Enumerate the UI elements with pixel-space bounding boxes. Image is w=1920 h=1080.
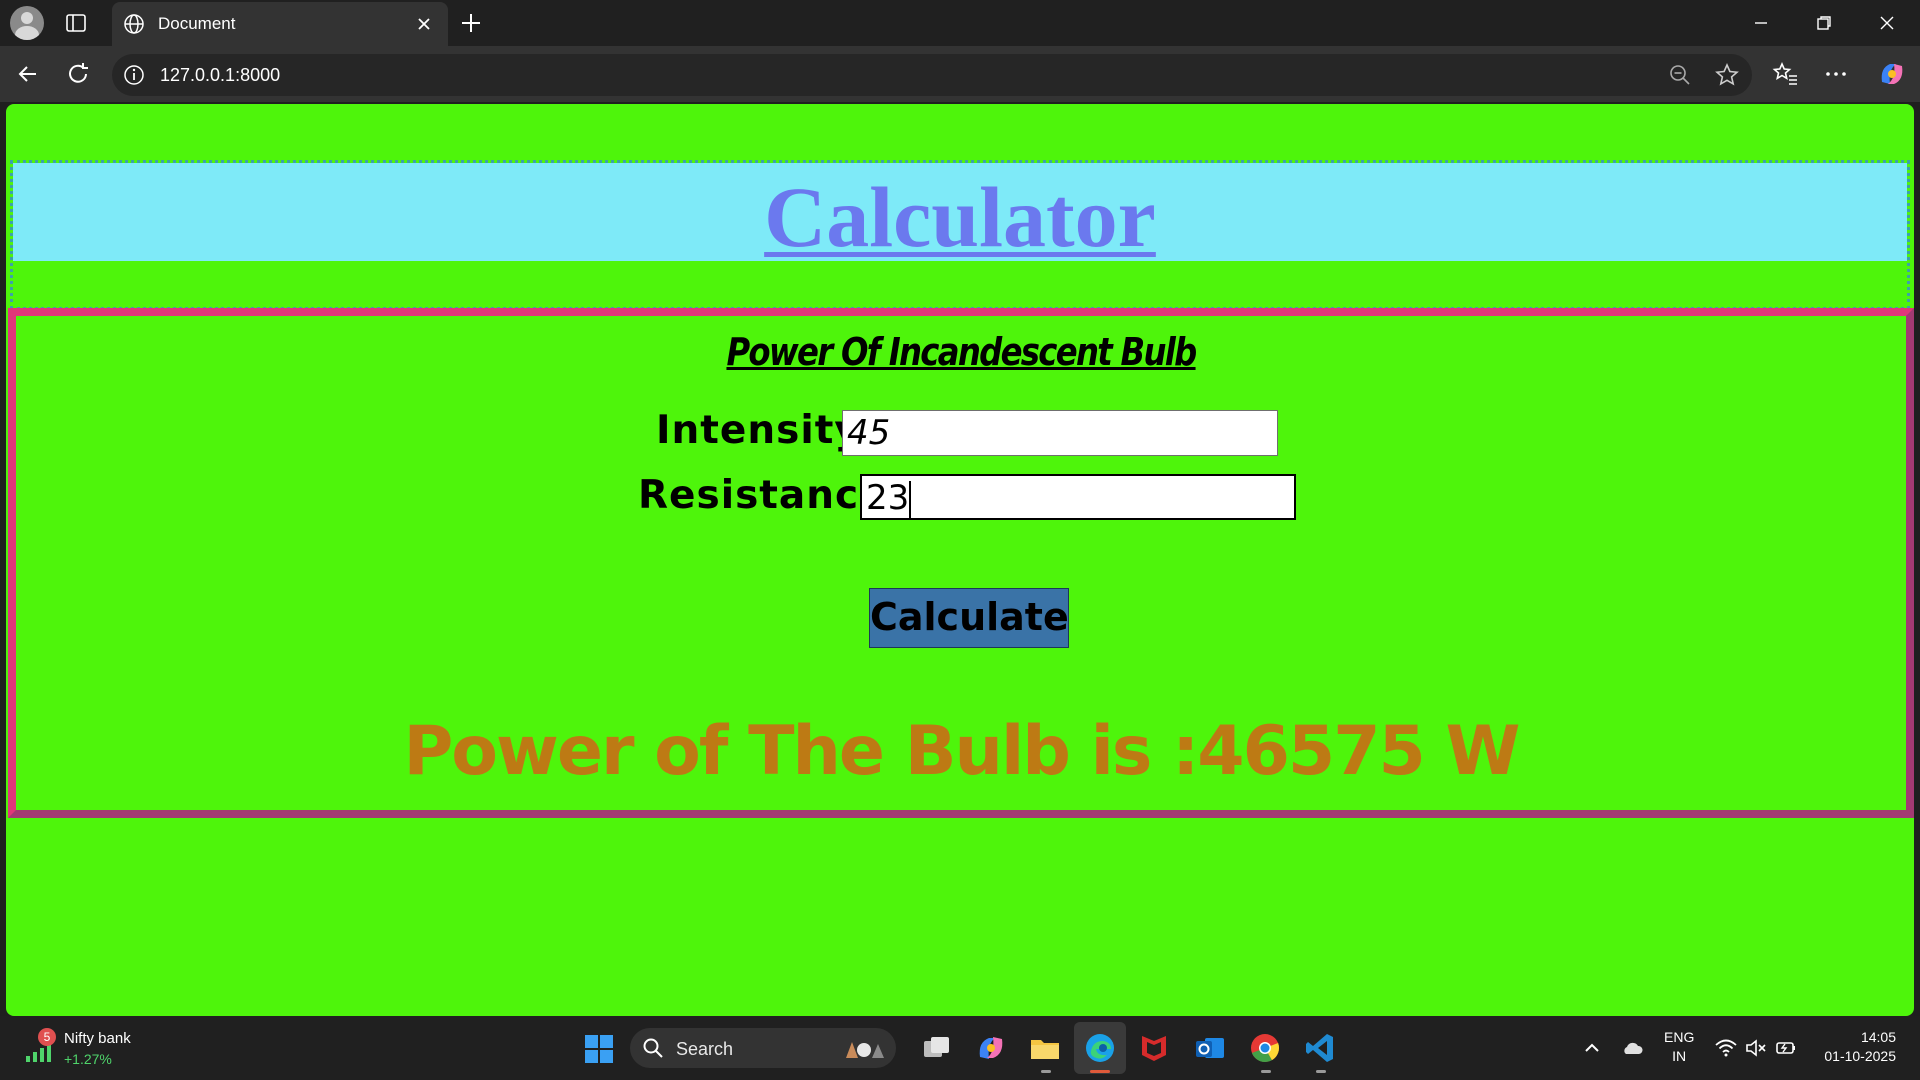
close-tab-icon[interactable] [412,12,436,36]
copilot-app-icon[interactable] [974,1031,1008,1065]
text-caret [909,480,912,519]
back-icon[interactable] [14,60,42,88]
vscode-icon[interactable] [1303,1031,1337,1065]
outlook-icon[interactable] [1193,1031,1227,1065]
calculator-subtitle: Power Of Incandescent Bulb [726,330,1197,374]
mcafee-icon[interactable] [1137,1031,1171,1065]
search-icon [643,1038,663,1058]
intensity-value: 45 [847,413,891,453]
minimize-icon[interactable] [1748,10,1774,36]
battery-icon[interactable] [1774,1036,1798,1060]
taskbar: 5 Nifty bank +1.27% Search ENG IN 14:05 01… [0,1016,1920,1080]
address-bar[interactable]: 127.0.0.1:8000 [112,54,1752,96]
resistance-input[interactable]: 23 [860,474,1296,520]
restore-icon[interactable] [1811,10,1837,36]
search-highlight-icon [846,1042,884,1058]
globe-icon [124,14,144,34]
running-indicator [1041,1070,1051,1073]
onedrive-cloud-icon[interactable] [1620,1036,1644,1060]
widget-name[interactable]: Nifty bank [64,1030,131,1047]
wifi-icon[interactable] [1714,1036,1738,1060]
result-text: Power of The Bulb is :46575 W [403,712,1520,791]
calculator-section: Power Of Incandescent Bulb Intensity: 45… [8,308,1914,818]
running-indicator [1316,1070,1326,1073]
search-label: Search [676,1039,734,1059]
header-section: Calculator [10,160,1910,310]
intensity-input[interactable]: 45 [842,410,1278,456]
widget-badge: 5 [38,1028,56,1046]
tab-document[interactable]: Document [112,2,448,46]
page-viewport: Calculator Power Of Incandescent Bulb In… [6,104,1914,1016]
close-window-icon[interactable] [1874,10,1900,36]
widget-change: +1.27% [64,1051,112,1067]
address-bar-row: 127.0.0.1:8000 [0,46,1920,102]
clock-date: 01-10-2025 [1824,1048,1896,1064]
windows-start-icon[interactable] [584,1034,614,1064]
running-indicator [1261,1070,1271,1073]
system-clock[interactable]: 14:05 01-10-2025 [1814,1028,1896,1066]
chrome-icon[interactable] [1248,1031,1282,1065]
task-view-icon[interactable] [920,1031,954,1065]
tab-actions-icon[interactable] [64,11,88,35]
favorite-star-icon[interactable] [1714,62,1740,88]
favorites-icon[interactable] [1772,60,1800,88]
volume-muted-icon[interactable] [1744,1036,1768,1060]
taskbar-search[interactable]: Search [630,1028,896,1068]
edge-browser-icon[interactable] [1083,1031,1117,1065]
clock-time: 14:05 [1860,1029,1896,1045]
language-indicator[interactable]: ENG IN [1664,1028,1694,1066]
zoom-out-icon[interactable] [1668,63,1692,87]
site-info-icon[interactable] [122,63,146,87]
language-line2: IN [1672,1048,1687,1064]
new-tab-icon[interactable] [458,10,484,36]
file-explorer-icon[interactable] [1028,1031,1062,1065]
copilot-icon[interactable] [1876,58,1908,90]
browser-tab-bar: Document [0,0,1920,46]
chevron-up-icon[interactable] [1580,1036,1604,1060]
active-indicator [1090,1070,1110,1073]
refresh-icon[interactable] [64,60,92,88]
profile-avatar-icon[interactable] [10,6,44,40]
more-options-icon[interactable] [1822,60,1850,88]
calculate-button[interactable]: Calculate [869,588,1069,648]
page-title: Calculator [764,169,1156,265]
resistance-value: 23 [866,478,910,518]
header-band: Calculator [13,163,1907,265]
language-line1: ENG [1664,1029,1695,1045]
url-text[interactable]: 127.0.0.1:8000 [160,65,280,86]
tab-title: Document [158,14,236,33]
